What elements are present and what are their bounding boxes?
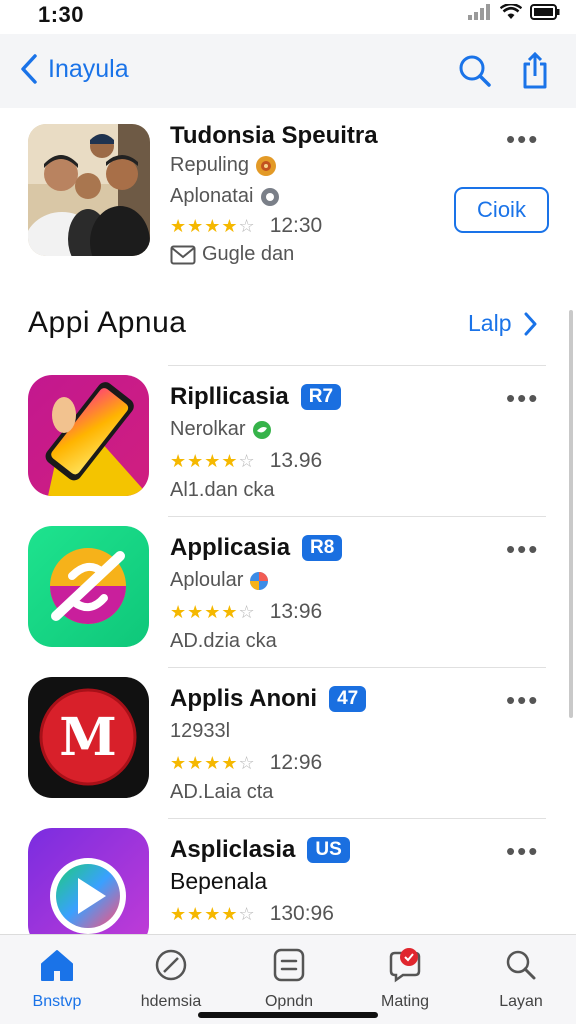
- gear-badge-icon: [261, 187, 280, 206]
- more-button[interactable]: •••: [506, 534, 539, 565]
- featured-app-developer: Repuling: [170, 154, 277, 177]
- app-badge: R7: [300, 384, 342, 410]
- tab-label: Layan: [499, 993, 543, 1010]
- compass-icon: [155, 949, 187, 981]
- play-app-icon: [28, 828, 149, 949]
- notification-icon: [389, 948, 421, 983]
- star-rating: ★★★★☆: [170, 450, 256, 471]
- app-badge: US: [307, 837, 350, 863]
- tab-notifications[interactable]: Mating: [355, 945, 455, 1011]
- tab-explore[interactable]: hdemsia: [121, 945, 221, 1011]
- phone-app-icon: [28, 375, 149, 496]
- home-icon: [41, 950, 73, 981]
- app-name: Ripllicasia R7: [170, 383, 342, 411]
- see-all-link[interactable]: Lalp: [468, 310, 537, 337]
- developer-badge-icon: [255, 155, 276, 176]
- row-divider: [168, 667, 546, 668]
- featured-more-button[interactable]: •••: [506, 124, 539, 155]
- app-meta: AD.Laia cta: [170, 781, 274, 803]
- tab-label: Mating: [380, 993, 430, 1010]
- app-developer: Aploular: [170, 569, 269, 592]
- share-button[interactable]: [520, 51, 550, 95]
- more-button[interactable]: •••: [506, 836, 539, 867]
- colorful-badge-icon: [250, 571, 269, 590]
- app-meta: Al1.dan cka: [170, 479, 275, 501]
- svg-text:M: M: [59, 707, 117, 768]
- featured-app[interactable]: Tudonsia Speuitra Repuling Aplonatai ★★★…: [0, 108, 576, 280]
- tab-bar: Bnstvp hdemsia Opndn Mating Layan: [0, 934, 576, 1024]
- back-button[interactable]: Inayula: [20, 54, 129, 84]
- search-button[interactable]: [458, 54, 492, 93]
- signal-icon: [468, 4, 490, 20]
- tab-home[interactable]: Bnstvp: [7, 945, 107, 1011]
- app-developer: Bepenala: [170, 868, 268, 894]
- app-rating: ★★★★☆ 12:96: [170, 751, 323, 774]
- tab-list[interactable]: Opndn: [239, 945, 339, 1011]
- app-list-item[interactable]: Applicasia R8 Aploular ★★★★☆ 13:96 AD.dz…: [0, 516, 566, 666]
- chevron-right-icon: [524, 312, 537, 335]
- mail-icon: [170, 245, 196, 264]
- more-button[interactable]: •••: [506, 685, 539, 716]
- featured-app-category: Aplonatai: [170, 185, 281, 208]
- more-button[interactable]: •••: [506, 383, 539, 414]
- app-list-item[interactable]: M Applis Anoni 47 12933l ★★★★☆ 12:96 AD.…: [0, 667, 566, 817]
- wifi-icon: [500, 4, 522, 19]
- app-badge: R8: [302, 535, 343, 561]
- home-indicator[interactable]: [198, 1012, 378, 1018]
- nav-bar: Inayula: [0, 34, 576, 108]
- app-name: Applis Anoni 47: [170, 685, 367, 713]
- featured-app-mail: Gugle dan: [170, 243, 294, 266]
- app-rating: ★★★★☆ 13.96: [170, 449, 323, 472]
- chevron-left-icon: [21, 54, 37, 84]
- row-divider: [168, 516, 546, 517]
- app-name: Aspliclasia US: [170, 836, 350, 864]
- app-developer: Nerolkar: [170, 418, 272, 441]
- app-badge: 47: [329, 686, 367, 712]
- star-rating: ★★★★☆: [170, 903, 256, 924]
- app-rating: ★★★★☆ 13:96: [170, 600, 323, 623]
- list-icon: [273, 948, 305, 982]
- row-divider: [168, 818, 546, 819]
- get-button[interactable]: Cioik: [454, 187, 549, 233]
- app-name: Applicasia R8: [170, 534, 343, 562]
- back-label: Inayula: [48, 54, 129, 83]
- app-meta: AD.dzia cka: [170, 630, 277, 652]
- tab-label: Bnstvp: [32, 993, 82, 1010]
- tab-label: hdemsia: [140, 993, 202, 1010]
- search-icon: [506, 950, 536, 980]
- featured-app-photo: [28, 124, 150, 256]
- star-rating: ★★★★☆: [170, 752, 256, 773]
- status-bar: 1:30: [0, 0, 576, 34]
- scrollbar[interactable]: [569, 310, 573, 718]
- app-list-item[interactable]: Ripllicasia R7 Nerolkar ★★★★☆ 13.96 Al1.…: [0, 365, 566, 515]
- featured-app-rating: ★★★★☆ 12:30: [170, 214, 323, 237]
- star-rating: ★★★★☆: [170, 601, 256, 622]
- search-icon: [459, 55, 491, 87]
- tab-label: Opndn: [264, 993, 314, 1010]
- star-rating: ★★★★☆: [170, 215, 256, 236]
- app-rating: ★★★★☆ 130:96: [170, 902, 334, 925]
- featured-app-title: Tudonsia Speuitra: [170, 122, 378, 149]
- tab-search[interactable]: Layan: [471, 945, 571, 1011]
- row-divider: [168, 365, 546, 366]
- m-app-icon: M: [28, 677, 149, 798]
- share-icon: [523, 51, 547, 89]
- status-time: 1:30: [38, 2, 85, 27]
- battery-icon: [530, 4, 560, 20]
- section-title: Appi Apnua: [28, 306, 187, 339]
- link-app-icon: [28, 526, 149, 647]
- app-developer: 12933l: [170, 720, 231, 742]
- leaf-badge-icon: [252, 420, 271, 439]
- status-icons: [468, 4, 560, 20]
